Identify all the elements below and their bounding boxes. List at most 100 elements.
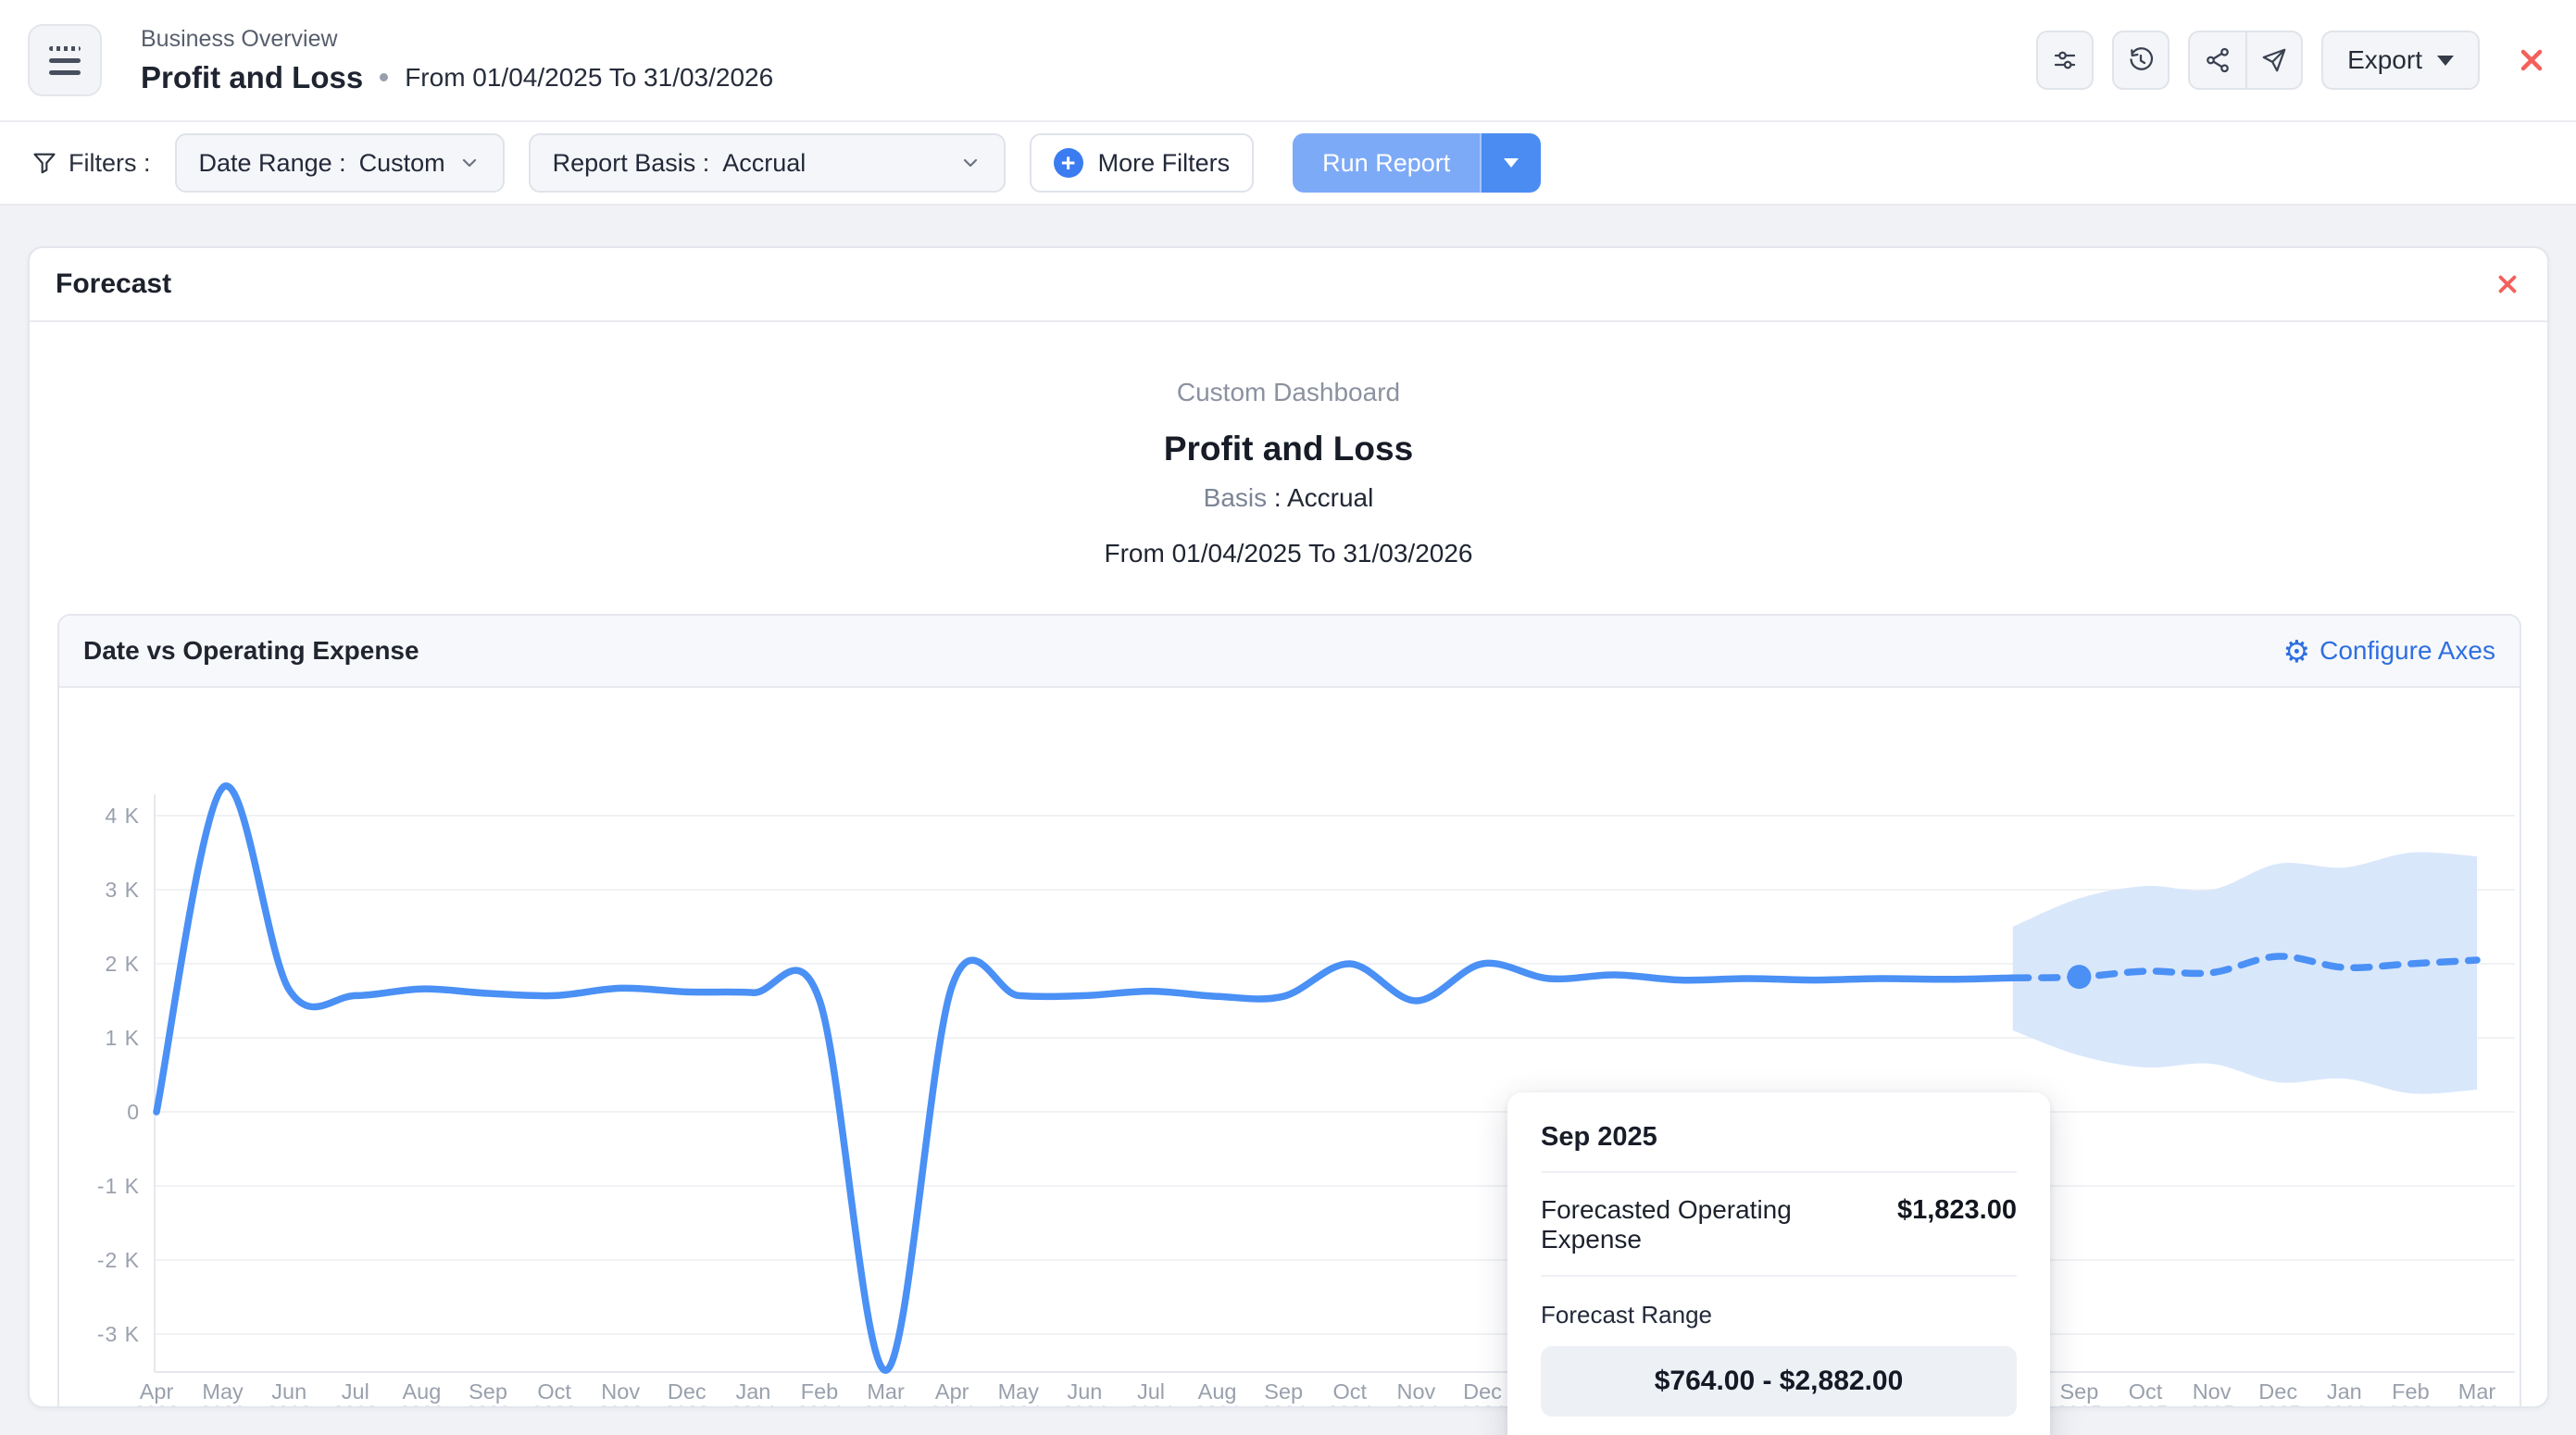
svg-text:2023: 2023 [664, 1402, 709, 1408]
funnel-icon [31, 150, 57, 176]
svg-text:2026: 2026 [2388, 1402, 2433, 1408]
svg-text:Sep: Sep [2059, 1379, 2098, 1404]
run-report-dropdown-button[interactable] [1480, 133, 1541, 193]
svg-text:4 K: 4 K [105, 804, 140, 828]
svg-text:2023: 2023 [399, 1402, 444, 1408]
svg-text:2023: 2023 [267, 1402, 312, 1408]
svg-text:Oct: Oct [537, 1379, 571, 1404]
tooltip-range-value: $764.00 - $2,882.00 [1655, 1366, 1904, 1397]
menu-button[interactable] [28, 24, 102, 96]
close-forecast-button[interactable] [2494, 270, 2521, 298]
chevron-down-icon [1504, 158, 1519, 168]
svg-text:2023: 2023 [466, 1402, 511, 1408]
chevron-down-icon [2437, 56, 2454, 66]
svg-text:2023: 2023 [134, 1402, 180, 1408]
svg-text:-2 K: -2 K [97, 1248, 140, 1272]
forecast-range-box: $764.00 - $2,882.00 [1541, 1346, 2017, 1416]
send-button[interactable] [2245, 32, 2301, 88]
svg-text:2024: 2024 [1460, 1402, 1506, 1408]
svg-text:2024: 2024 [1062, 1402, 1107, 1408]
customize-report-button[interactable] [2036, 31, 2094, 90]
forecast-title: Forecast [56, 268, 171, 300]
forecast-card-header: Forecast [30, 248, 2547, 322]
svg-text:Feb: Feb [801, 1379, 839, 1404]
chart-container: Date vs Operating Expense ⚙ Configure Ax… [57, 614, 2521, 1408]
svg-text:May: May [998, 1379, 1040, 1404]
svg-text:2024: 2024 [863, 1402, 908, 1408]
report-basis-select[interactable]: Report Basis : Accrual [529, 133, 1006, 193]
svg-text:Nov: Nov [601, 1379, 640, 1404]
page-content: Forecast Custom Dashboard Profit and Los… [0, 206, 2576, 1433]
date-range-label: Date Range : [199, 149, 346, 178]
separator-dot [380, 73, 388, 81]
report-basis-value: Accrual [722, 149, 806, 178]
more-filters-label: More Filters [1098, 149, 1231, 178]
svg-text:Jun: Jun [271, 1379, 306, 1404]
svg-text:Apr: Apr [935, 1379, 969, 1404]
share-send-group [2188, 31, 2303, 90]
svg-text:Dec: Dec [1463, 1379, 1502, 1404]
svg-text:Oct: Oct [2129, 1379, 2163, 1404]
svg-text:Mar: Mar [867, 1379, 905, 1404]
dashboard-label: Custom Dashboard [30, 378, 2547, 407]
header-date-range: From 01/04/2025 To 31/03/2026 [405, 63, 773, 93]
svg-text:2023: 2023 [332, 1402, 378, 1408]
more-filters-button[interactable]: + More Filters [1030, 133, 1255, 193]
chart-plot-area: 4 K3 K2 K1 K0-1 K-2 K-3 KApr2023May2023J… [59, 688, 2520, 1408]
svg-text:Jan: Jan [2327, 1379, 2362, 1404]
page-title: Profit and Loss [141, 60, 363, 95]
svg-text:-1 K: -1 K [97, 1174, 140, 1198]
svg-text:2024: 2024 [797, 1402, 843, 1408]
tooltip-metric-value: $1,823.00 [1897, 1195, 2017, 1226]
svg-text:0: 0 [127, 1100, 140, 1124]
top-actions: Export [2036, 31, 2548, 90]
history-clock-icon [2127, 46, 2155, 74]
svg-text:2023: 2023 [531, 1402, 577, 1408]
close-page-button[interactable] [2515, 44, 2548, 77]
export-label: Export [2347, 45, 2422, 75]
export-button[interactable]: Export [2321, 31, 2480, 90]
svg-text:2024: 2024 [1194, 1402, 1240, 1408]
gear-icon: ⚙ [2283, 636, 2311, 667]
run-report-button[interactable]: Run Report [1293, 133, 1480, 193]
report-title: Profit and Loss [30, 430, 2547, 468]
svg-text:Nov: Nov [2193, 1379, 2232, 1404]
svg-text:2025: 2025 [2256, 1402, 2301, 1408]
svg-text:Jan: Jan [735, 1379, 770, 1404]
svg-text:Oct: Oct [1333, 1379, 1368, 1404]
top-header: Business Overview Profit and Loss From 0… [0, 0, 2576, 122]
report-history-button[interactable] [2112, 31, 2170, 90]
tooltip-range-label: Forecast Range [1541, 1301, 2017, 1329]
svg-text:2024: 2024 [1129, 1402, 1174, 1408]
date-range-select[interactable]: Date Range : Custom [175, 133, 505, 193]
chart-title: Date vs Operating Expense [83, 636, 419, 666]
close-icon [2494, 270, 2521, 298]
svg-text:Dec: Dec [2258, 1379, 2297, 1404]
filters-label: Filters : [31, 149, 151, 178]
svg-text:2024: 2024 [1327, 1402, 1372, 1408]
report-period: From 01/04/2025 To 31/03/2026 [30, 539, 2547, 568]
svg-text:-3 K: -3 K [97, 1322, 140, 1346]
configure-axes-link[interactable]: ⚙ Configure Axes [2283, 636, 2495, 667]
svg-text:Dec: Dec [668, 1379, 707, 1404]
svg-text:2024: 2024 [1261, 1402, 1307, 1408]
chart-svg[interactable]: 4 K3 K2 K1 K0-1 K-2 K-3 KApr2023May2023J… [59, 688, 2520, 1408]
svg-text:Mar: Mar [2458, 1379, 2496, 1404]
run-report-split: Run Report [1293, 133, 1541, 193]
filter-bar: Filters : Date Range : Custom Report Bas… [0, 122, 2576, 206]
svg-text:Aug: Aug [402, 1379, 441, 1404]
breadcrumb: Business Overview [141, 26, 773, 53]
svg-text:Feb: Feb [2392, 1379, 2430, 1404]
plus-icon: + [1054, 148, 1083, 178]
menu-icon [49, 46, 81, 51]
share-button[interactable] [2190, 32, 2245, 88]
chevron-down-icon [959, 152, 982, 174]
svg-text:2025: 2025 [2189, 1402, 2234, 1408]
send-icon [2260, 46, 2288, 74]
svg-text:2023: 2023 [598, 1402, 644, 1408]
svg-text:2024: 2024 [995, 1402, 1041, 1408]
svg-text:May: May [202, 1379, 244, 1404]
report-basis: Basis : Accrual [30, 483, 2547, 513]
svg-text:Aug: Aug [1198, 1379, 1237, 1404]
tooltip-title: Sep 2025 [1541, 1122, 2017, 1173]
